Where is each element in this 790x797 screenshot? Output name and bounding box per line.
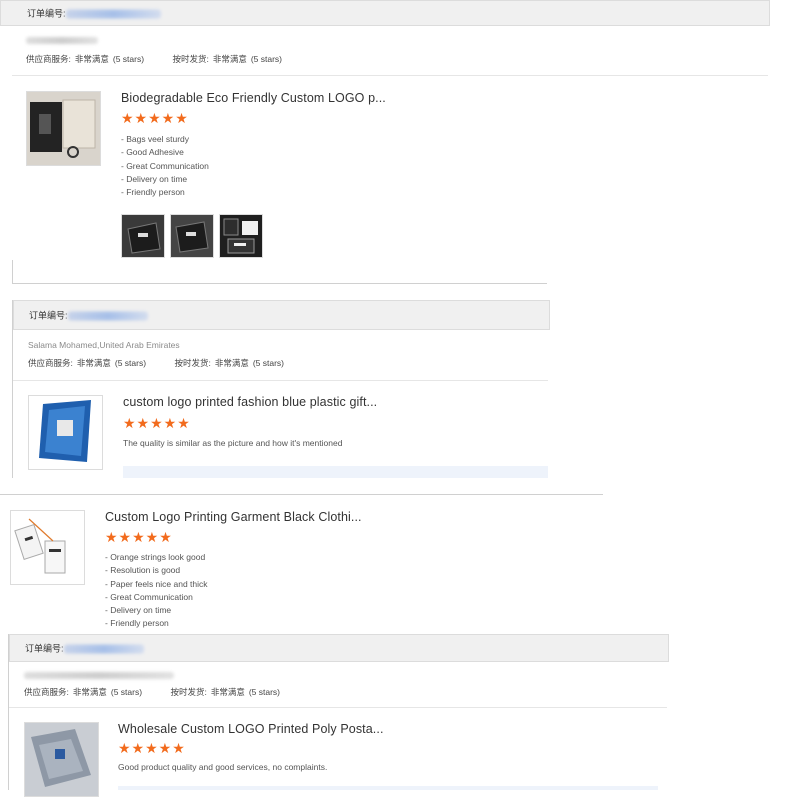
crop-edge <box>0 494 603 495</box>
on-time-value: 非常满意 <box>214 358 249 368</box>
buyer-info <box>24 670 174 680</box>
review-text: The quality is similar as the picture an… <box>123 438 343 448</box>
reply-bar <box>118 786 658 790</box>
order-number-redacted <box>67 311 148 321</box>
review-line: - Friendly person <box>121 187 185 198</box>
review-line: - Great Communication <box>121 160 209 171</box>
supplier-ratings: 供应商服务: 非常满意 (5 stars) 按时发货: 非常满意 (5 stars) <box>28 357 288 369</box>
order-number-label: 订单编号: <box>27 8 66 19</box>
on-time-stars: (5 stars) <box>250 54 282 64</box>
supplier-service-value: 非常满意 <box>76 358 111 368</box>
order-number-label: 订单编号: <box>25 643 64 654</box>
order-number-redacted <box>63 644 144 654</box>
bag-image-icon <box>27 92 100 165</box>
on-time-label: 按时发货: <box>172 54 209 64</box>
order-header: 订单编号: <box>0 0 770 26</box>
rating-stars: ★★★★★ <box>105 529 173 545</box>
review-line: - Delivery on time <box>121 173 188 184</box>
crop-edge <box>12 260 13 284</box>
review-line: - Good Adhesive <box>121 147 184 158</box>
order-card: 订单编号: 供应商服务: 非常满意 (5 stars) 按时发货: 非常满意 (5 st… <box>8 634 669 797</box>
product-title[interactable]: Custom Logo Printing Garment Black Cloth… <box>105 510 362 524</box>
on-time-stars: (5 stars) <box>252 358 284 368</box>
supplier-service-value: 非常满意 <box>74 54 109 64</box>
bag-photo-icon <box>171 215 213 257</box>
rating-stars: ★★★★★ <box>123 415 191 431</box>
supplier-service-stars: (5 stars) <box>112 54 145 64</box>
supplier-ratings: 供应商服务: 非常满意 (5 stars) 按时发货: 非常满意 (5 stars) <box>24 686 284 698</box>
review-line: - Friendly person <box>105 618 169 629</box>
review-photo[interactable] <box>170 214 214 258</box>
review-text: Good product quality and good services, … <box>118 762 328 772</box>
on-time-label: 按时发货: <box>174 358 211 368</box>
buyer-info: Salama Mohamed,United Arab Emirates <box>28 340 180 350</box>
product-review-card: Custom Logo Printing Garment Black Cloth… <box>0 496 603 631</box>
rating-stars: ★★★★★ <box>121 110 189 126</box>
supplier-service-label: 供应商服务: <box>24 687 69 697</box>
review-line: - Resolution is good <box>105 565 181 576</box>
on-time-value: 非常满意 <box>210 687 245 697</box>
buyer-redacted <box>24 672 174 680</box>
on-time-label: 按时发货: <box>170 687 207 697</box>
blue-bag-image-icon <box>39 400 91 462</box>
buyer-redacted <box>26 37 98 45</box>
review-photo[interactable] <box>219 214 263 258</box>
hang-tag-image-icon <box>14 518 66 574</box>
review-text: - Bags veel sturdy - Good Adhesive - Gre… <box>121 133 209 199</box>
product-thumbnail[interactable] <box>26 91 101 166</box>
reply-bar <box>123 466 548 478</box>
product-title[interactable]: Biodegradable Eco Friendly Custom LOGO p… <box>121 91 386 105</box>
on-time-value: 非常满意 <box>212 54 247 64</box>
order-card: 订单编号: 供应商服务: 非常满意 (5 stars) 按时发货: 非常满意 (5 st… <box>0 0 770 268</box>
review-line: - Great Communication <box>105 591 193 602</box>
product-title[interactable]: custom logo printed fashion blue plastic… <box>123 395 377 409</box>
order-card: 订单编号: Salama Mohamed,United Arab Emirate… <box>12 300 550 478</box>
order-number-label: 订单编号: <box>29 310 68 321</box>
divider <box>13 380 548 381</box>
order-header: 订单编号: <box>13 300 550 330</box>
review-line: - Delivery on time <box>105 605 172 616</box>
product-thumbnail[interactable] <box>28 395 103 470</box>
review-photo[interactable] <box>121 214 165 258</box>
review-line: - Paper feels nice and thick <box>105 578 208 589</box>
review-line: - Bags veel sturdy <box>121 134 190 144</box>
poly-mailer-image-icon <box>25 723 98 796</box>
order-header: 订单编号: <box>9 634 669 662</box>
crop-edge <box>12 283 547 284</box>
rating-stars: ★★★★★ <box>118 740 186 756</box>
printed-bag-photo-icon <box>220 215 262 257</box>
supplier-service-label: 供应商服务: <box>28 358 73 368</box>
divider <box>12 75 768 76</box>
product-thumbnail[interactable] <box>24 722 99 797</box>
product-thumbnail[interactable] <box>10 510 85 585</box>
on-time-stars: (5 stars) <box>248 687 280 697</box>
buyer-info <box>26 35 98 45</box>
supplier-service-value: 非常满意 <box>72 687 107 697</box>
product-title[interactable]: Wholesale Custom LOGO Printed Poly Posta… <box>118 722 384 736</box>
supplier-service-stars: (5 stars) <box>114 358 147 368</box>
review-line: - Orange strings look good <box>105 552 206 562</box>
divider <box>9 707 667 708</box>
supplier-ratings: 供应商服务: 非常满意 (5 stars) 按时发货: 非常满意 (5 stars) <box>26 53 286 65</box>
review-text: - Orange strings look good - Resolution … <box>105 551 208 631</box>
bag-photo-icon <box>122 215 164 257</box>
order-number-redacted <box>65 9 161 19</box>
supplier-service-stars: (5 stars) <box>110 687 143 697</box>
supplier-service-label: 供应商服务: <box>26 54 71 64</box>
